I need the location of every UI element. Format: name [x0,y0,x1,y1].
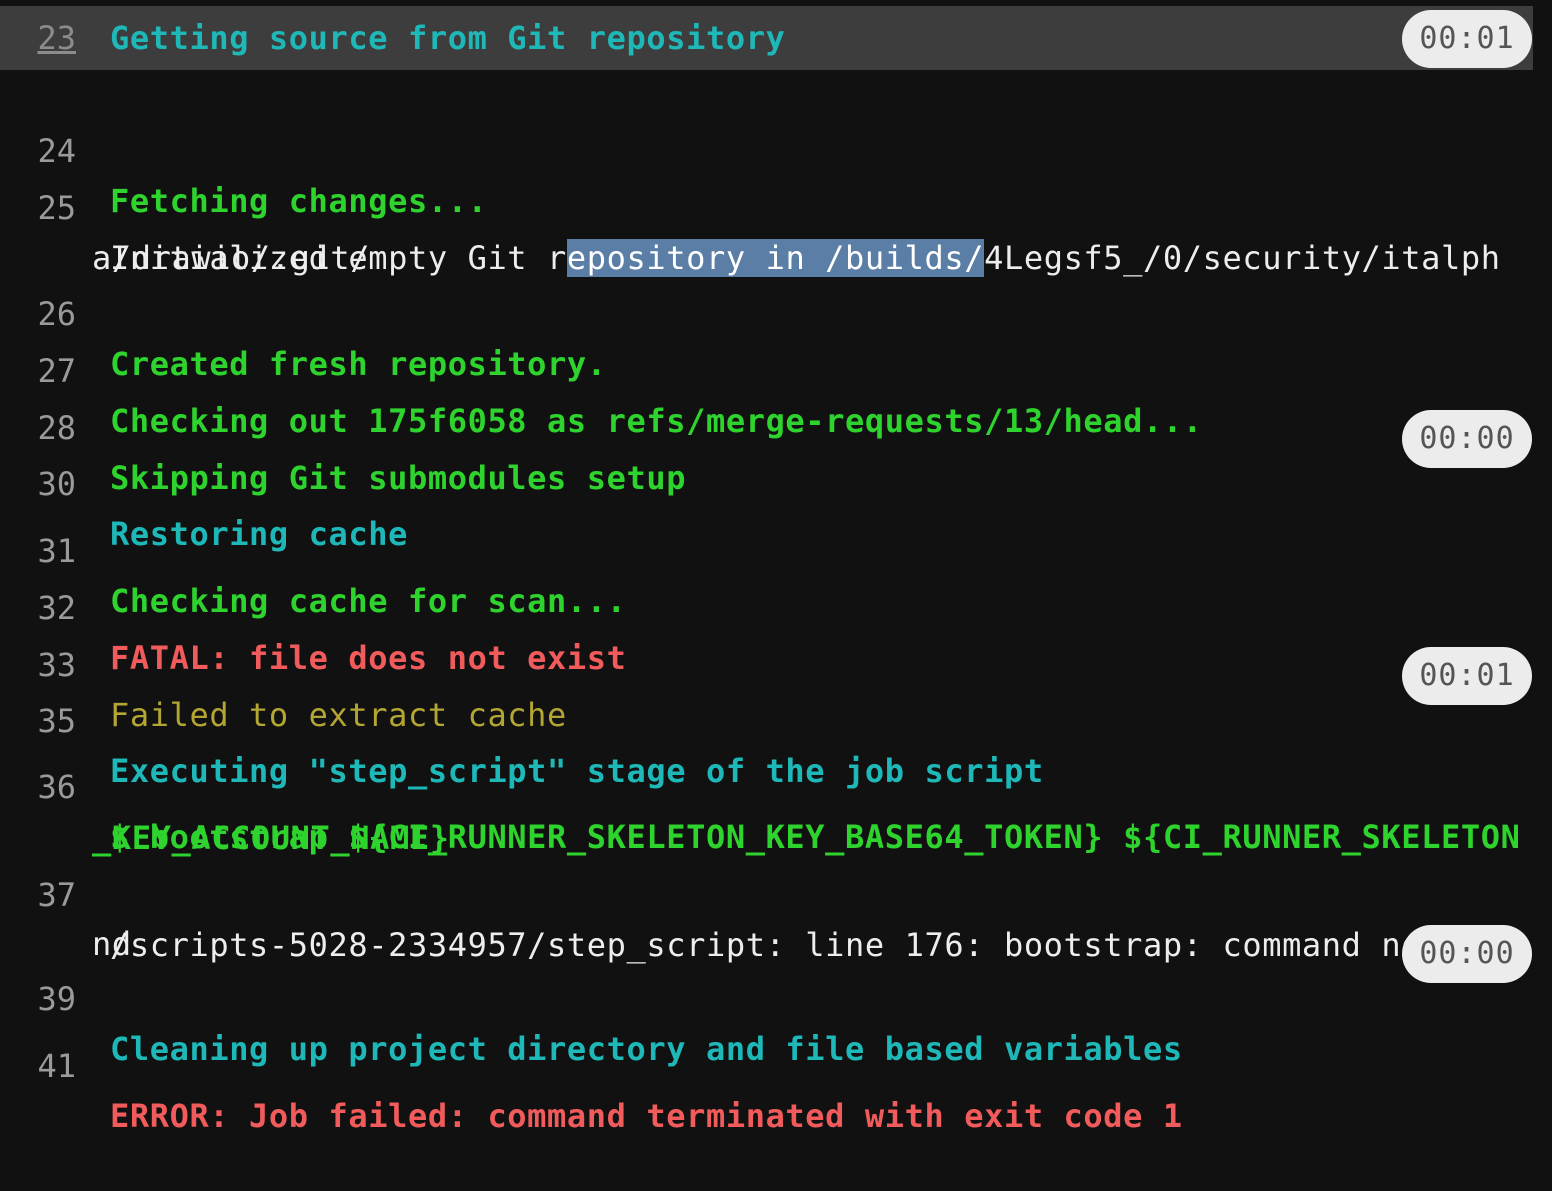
log-line-text: ERROR: Job failed: command terminated wi… [110,1091,1183,1141]
line-number[interactable]: 23 [30,13,76,63]
log-section-get-sources[interactable]: 23 Getting source from Git repository [0,6,1533,70]
section-duration-badge: 00:01 [1402,10,1532,68]
section-duration-badge: 00:01 [1402,647,1532,705]
log-line-text: Getting source from Git repository [110,13,785,63]
section-duration-badge: 00:00 [1402,925,1532,983]
section-duration-badge: 00:00 [1402,410,1532,468]
scrollbar-track[interactable] [1533,0,1552,1058]
line-number[interactable]: 41 [30,1041,76,1091]
log-line: 41 ERROR: Job failed: command terminated… [0,991,1533,1191]
